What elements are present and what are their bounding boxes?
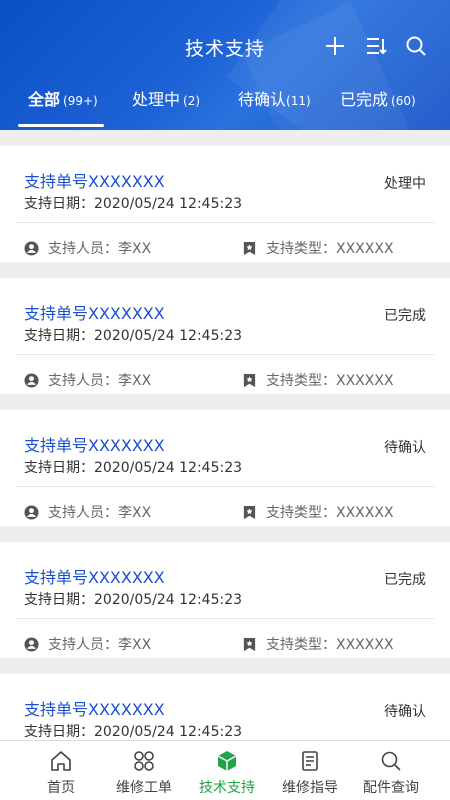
status-tabs: 全部 (99+) 处理中 (2) 待确认(11) 已完成 (60) [0, 86, 450, 127]
nav-repair-guide[interactable]: 维修指导 [265, 741, 355, 800]
bookmark-icon [242, 505, 257, 520]
support-type-text: 支持类型：XXXXXX [266, 241, 394, 257]
tab-pending-confirm[interactable]: 待确认(11) [238, 86, 311, 122]
support-type: 支持类型：XXXXXX [242, 502, 394, 522]
tab-count: (60) [391, 94, 416, 108]
bottom-navigation: 首页 维修工单 技术支持 维修指导 配件查询 [0, 740, 450, 800]
ticket-card[interactable]: 支持单号XXXXXXX 已完成 支持日期：2020/05/24 12:45:23… [0, 278, 450, 394]
bookmark-icon [242, 373, 257, 388]
support-type-text: 支持类型：XXXXXX [266, 373, 394, 389]
ticket-card[interactable]: 支持单号XXXXXXX 已完成 支持日期：2020/05/24 12:45:23… [0, 542, 450, 658]
support-type: 支持类型：XXXXXX [242, 238, 394, 258]
support-person: 支持人员：李XX [24, 370, 151, 390]
nav-label: 首页 [47, 780, 75, 796]
document-icon [298, 749, 322, 773]
support-person: 支持人员：李XX [24, 634, 151, 654]
divider [16, 354, 434, 355]
support-ticket-list: 支持单号XXXXXXX 处理中 支持日期：2020/05/24 12:45:23… [0, 132, 450, 740]
nav-home[interactable]: 首页 [16, 741, 106, 800]
search-icon [379, 749, 403, 773]
grid-icon [132, 749, 156, 773]
sort-filter-icon[interactable] [364, 34, 388, 58]
divider [16, 486, 434, 487]
home-icon [49, 749, 73, 773]
add-icon[interactable] [323, 34, 347, 58]
ticket-number[interactable]: 支持单号XXXXXXX [24, 432, 165, 456]
ticket-card[interactable]: 支持单号XXXXXXX 待确认 支持日期：2020/05/24 12:45:23… [0, 410, 450, 526]
tab-label: 全部 [28, 90, 61, 109]
support-person-text: 支持人员：李XX [48, 241, 152, 257]
tab-processing[interactable]: 处理中 (2) [132, 86, 200, 122]
nav-repair-orders[interactable]: 维修工单 [99, 741, 189, 800]
ticket-number[interactable]: 支持单号XXXXXXX [24, 168, 165, 192]
ticket-date: 支持日期：2020/05/24 12:45:23 [24, 328, 243, 344]
user-icon [24, 240, 39, 256]
support-type: 支持类型：XXXXXX [242, 634, 394, 654]
tab-label: 待确认 [238, 90, 287, 109]
ticket-status: 待确认 [384, 704, 426, 720]
cube-icon [215, 749, 239, 773]
nav-label: 维修指导 [282, 780, 338, 796]
bookmark-icon [242, 637, 257, 652]
nav-parts-search[interactable]: 配件查询 [346, 741, 436, 800]
ticket-number[interactable]: 支持单号XXXXXXX [24, 300, 165, 324]
tab-all[interactable]: 全部 (99+) [28, 86, 98, 122]
support-person-text: 支持人员：李XX [48, 373, 152, 389]
ticket-status: 已完成 [384, 308, 426, 324]
search-icon[interactable] [404, 34, 428, 58]
support-type-text: 支持类型：XXXXXX [266, 505, 394, 521]
divider [16, 222, 434, 223]
ticket-status: 待确认 [384, 440, 426, 456]
active-tab-indicator [18, 124, 104, 127]
ticket-date: 支持日期：2020/05/24 12:45:23 [24, 460, 243, 476]
nav-tech-support[interactable]: 技术支持 [182, 741, 272, 800]
support-person-text: 支持人员：李XX [48, 637, 152, 653]
ticket-number[interactable]: 支持单号XXXXXXX [24, 696, 165, 720]
ticket-number[interactable]: 支持单号XXXXXXX [24, 564, 165, 588]
ticket-card[interactable]: 支持单号XXXXXXX 待确认 支持日期：2020/05/24 12:45:23 [0, 674, 450, 740]
tab-count: (99+) [63, 94, 98, 108]
header-bar: 技术支持 全部 (99+) 处理中 (2) 待确认(11) 已完成 (60) [0, 0, 450, 130]
nav-label: 配件查询 [363, 780, 419, 796]
user-icon [24, 636, 39, 652]
ticket-status: 已完成 [384, 572, 426, 588]
bookmark-icon [242, 241, 257, 256]
tab-label: 处理中 [132, 90, 181, 109]
nav-label: 技术支持 [199, 780, 255, 796]
user-icon [24, 372, 39, 388]
ticket-card[interactable]: 支持单号XXXXXXX 处理中 支持日期：2020/05/24 12:45:23… [0, 146, 450, 262]
tab-label: 已完成 [340, 90, 389, 109]
ticket-date: 支持日期：2020/05/24 12:45:23 [24, 592, 243, 608]
support-person-text: 支持人员：李XX [48, 505, 152, 521]
support-person: 支持人员：李XX [24, 238, 151, 258]
nav-label: 维修工单 [116, 780, 172, 796]
tab-count: (11) [286, 94, 311, 108]
user-icon [24, 504, 39, 520]
ticket-status: 处理中 [384, 176, 426, 192]
support-person: 支持人员：李XX [24, 502, 151, 522]
ticket-date: 支持日期：2020/05/24 12:45:23 [24, 196, 243, 212]
tab-completed[interactable]: 已完成 (60) [340, 86, 416, 122]
ticket-date: 支持日期：2020/05/24 12:45:23 [24, 724, 243, 740]
tab-count: (2) [183, 94, 201, 108]
support-type: 支持类型：XXXXXX [242, 370, 394, 390]
support-type-text: 支持类型：XXXXXX [266, 637, 394, 653]
divider [16, 618, 434, 619]
